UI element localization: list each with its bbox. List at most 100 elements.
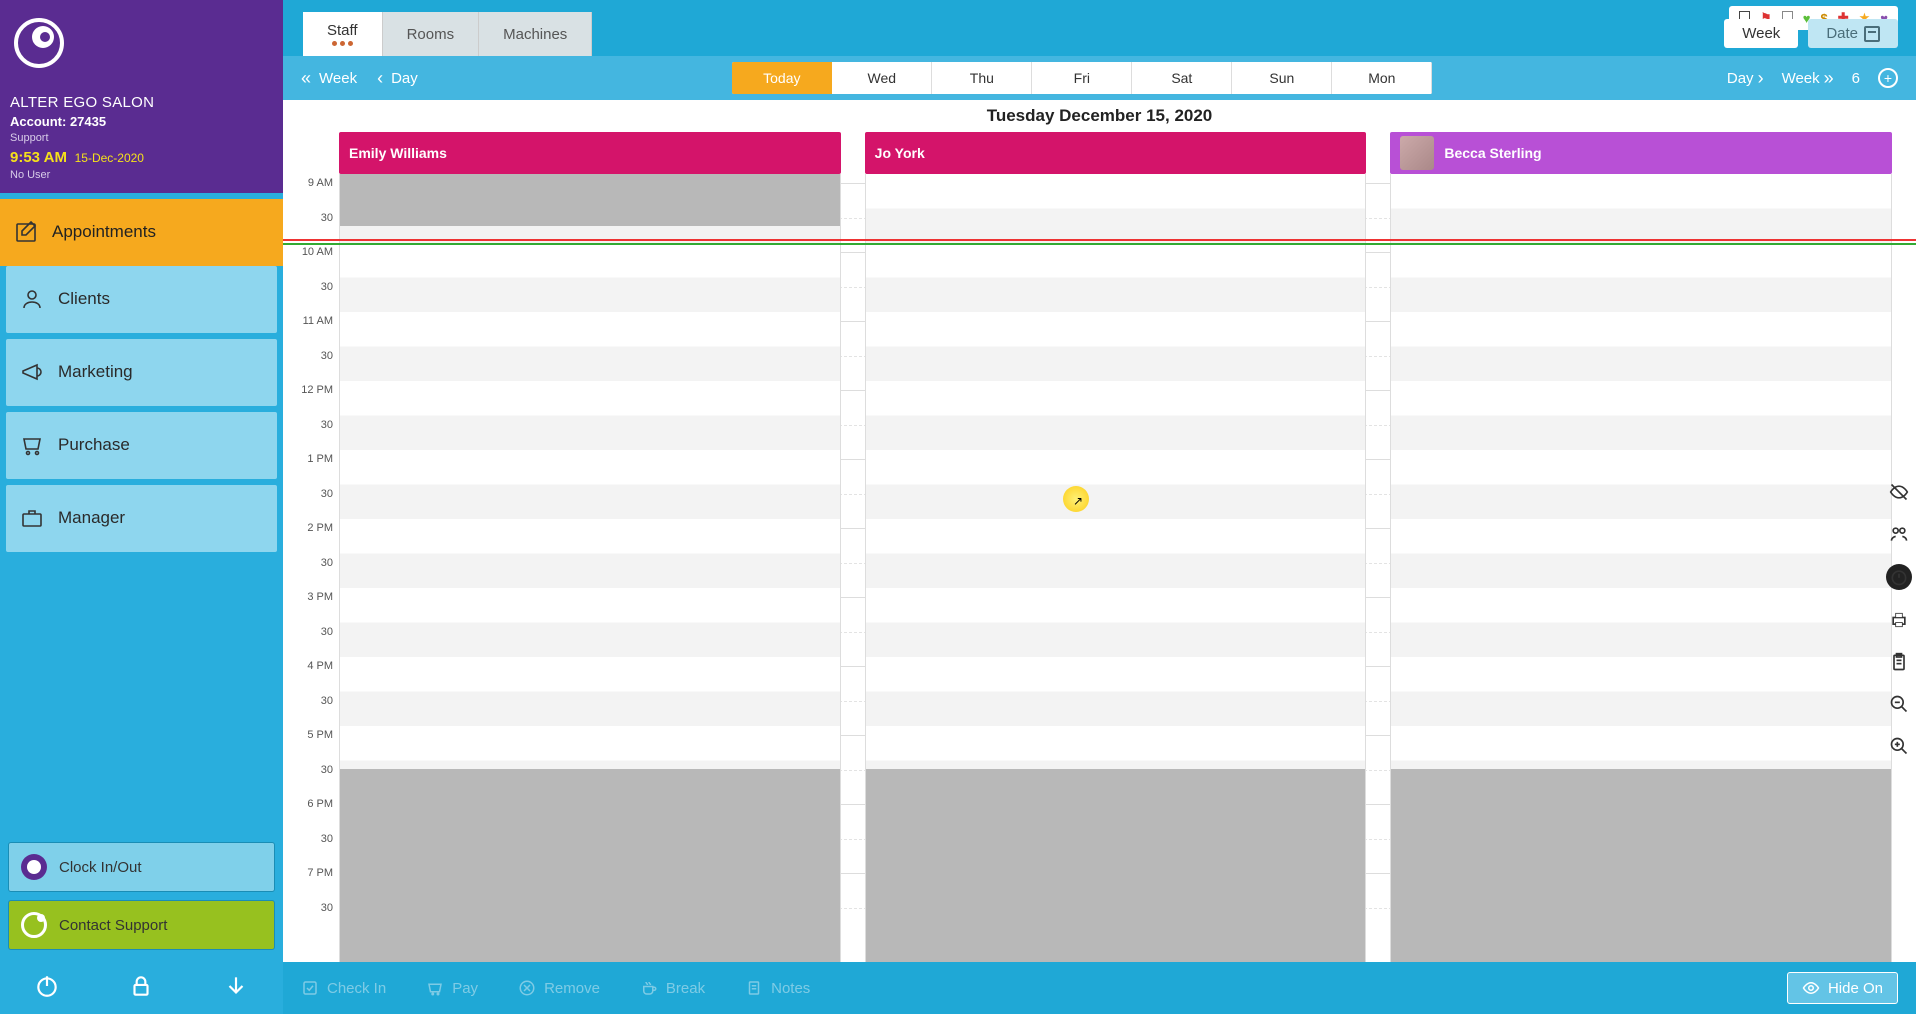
clock-in-out-button[interactable]: Clock In/Out (8, 842, 275, 892)
logo-area (0, 0, 283, 86)
chevron-left-icon: ‹ (377, 68, 383, 89)
current-date: 15-Dec-2020 (75, 151, 144, 165)
account-info: ALTER EGO SALON Account: 27435 Support 9… (0, 86, 283, 193)
tab-staff[interactable]: Staff (303, 12, 383, 56)
hide-toggle-button[interactable]: Hide On (1787, 972, 1898, 1004)
add-staff-button[interactable]: + (1878, 68, 1898, 88)
staff-name: Becca Sterling (1444, 145, 1541, 161)
day-tab-wed[interactable]: Wed (832, 62, 932, 94)
tab-machines[interactable]: Machines (479, 12, 592, 56)
staff-column[interactable] (1390, 174, 1892, 962)
clock-icon (21, 854, 47, 880)
sidebar-item-clients[interactable]: Clients (6, 266, 277, 333)
logo-icon (14, 18, 64, 68)
calendar-edit-icon (14, 220, 38, 244)
staff-header-row: Emily Williams Jo York Becca Sterling (283, 132, 1916, 174)
group-button[interactable] (1887, 522, 1911, 546)
day-tab-today[interactable]: Today (732, 62, 832, 94)
prev-week-label: Week (319, 70, 357, 87)
staff-column-header[interactable]: Becca Sterling (1390, 132, 1892, 174)
check-in-button[interactable]: Check In (301, 979, 386, 997)
calendar-icon (1864, 26, 1880, 42)
action-label: Break (666, 980, 705, 997)
tab-rooms[interactable]: Rooms (383, 12, 480, 56)
clock-button-label: Clock In/Out (59, 859, 142, 876)
day-navigation: « Week ‹ Day Today Wed Thu Fri Sat Sun Mon… (283, 56, 1916, 100)
prev-day-button[interactable]: ‹ Day (377, 68, 418, 89)
account-number: Account: 27435 (10, 113, 273, 131)
remove-button[interactable]: Remove (518, 979, 600, 997)
calendar-body[interactable]: 9 AM3010 AM3011 AM3012 PM301 PM302 PM303… (283, 174, 1916, 962)
current-user: No User (10, 168, 273, 183)
day-tab-fri[interactable]: Fri (1032, 62, 1132, 94)
unavailable-block (866, 769, 1366, 962)
staff-name: Emily Williams (349, 145, 447, 161)
cart-icon (20, 433, 44, 457)
week-view-button[interactable]: Week (1724, 19, 1798, 48)
sidebar-item-label: Appointments (52, 222, 156, 242)
zoom-out-button[interactable] (1887, 692, 1911, 716)
salon-name: ALTER EGO SALON (10, 92, 273, 113)
action-label: Check In (327, 980, 386, 997)
action-label: Pay (452, 980, 478, 997)
prev-week-button[interactable]: « Week (301, 68, 357, 89)
sidebar-item-manager[interactable]: Manager (6, 485, 277, 552)
support-icon (21, 912, 47, 938)
next-day-button[interactable]: Day› (1727, 68, 1764, 89)
sidebar-item-label: Clients (58, 289, 110, 309)
notes-button[interactable]: Notes (745, 979, 810, 997)
view-tabbar: Staff Rooms Machines ⚑ ♥ $ ✚ ★ ♥ Week Da… (283, 0, 1916, 56)
prev-day-label: Day (391, 70, 418, 87)
day-tab-sat[interactable]: Sat (1132, 62, 1232, 94)
date-picker-button[interactable]: Date (1808, 19, 1898, 48)
download-button[interactable] (208, 958, 264, 1014)
lock-button[interactable] (113, 958, 169, 1014)
staff-column[interactable] (865, 174, 1367, 962)
tab-label: Rooms (407, 26, 455, 43)
avatar (1400, 136, 1434, 170)
calendar: Tuesday December 15, 2020 Emily Williams… (283, 100, 1916, 962)
sidebar-item-marketing[interactable]: Marketing (6, 339, 277, 406)
contact-support-button[interactable]: Contact Support (8, 900, 275, 950)
staff-count: 6 (1852, 70, 1860, 87)
next-week-button[interactable]: Week» (1782, 68, 1834, 89)
tab-active-indicator-icon (332, 41, 353, 46)
sidebar-item-purchase[interactable]: Purchase (6, 412, 277, 479)
day-tabs: Today Wed Thu Fri Sat Sun Mon (732, 62, 1432, 94)
clipboard-button[interactable] (1887, 650, 1911, 674)
current-time-line (283, 239, 1916, 241)
day-tab-sun[interactable]: Sun (1232, 62, 1332, 94)
current-time: 9:53 AM (10, 149, 67, 166)
break-button[interactable]: Break (640, 979, 705, 997)
sidebar-item-label: Marketing (58, 362, 133, 382)
staff-column-header[interactable]: Jo York (865, 132, 1367, 174)
zoom-in-button[interactable] (1887, 734, 1911, 758)
unavailable-block (1391, 769, 1891, 962)
sidebar-item-appointments[interactable]: Appointments (0, 199, 283, 266)
chevron-double-left-icon: « (301, 68, 311, 89)
tab-label: Staff (327, 22, 358, 39)
support-button-label: Contact Support (59, 917, 167, 934)
day-tab-thu[interactable]: Thu (932, 62, 1032, 94)
timer-button[interactable] (1886, 564, 1912, 590)
tab-label: Machines (503, 26, 567, 43)
megaphone-icon (20, 360, 44, 384)
action-label: Notes (771, 980, 810, 997)
sidebar-nav: Appointments Clients Marketing Purchase … (0, 199, 283, 558)
calendar-title: Tuesday December 15, 2020 (283, 100, 1916, 132)
staff-column[interactable] (339, 174, 841, 962)
unavailable-block (340, 174, 840, 226)
power-button[interactable] (19, 958, 75, 1014)
briefcase-icon (20, 506, 44, 530)
print-button[interactable] (1887, 608, 1911, 632)
pay-button[interactable]: Pay (426, 979, 478, 997)
next-week-label: Week (1782, 70, 1820, 87)
account-role: Support (10, 131, 273, 146)
main-area: Staff Rooms Machines ⚑ ♥ $ ✚ ★ ♥ Week Da… (283, 0, 1916, 1014)
visibility-toggle-button[interactable] (1887, 480, 1911, 504)
action-bar: Check In Pay Remove Break Notes Hide On (283, 962, 1916, 1014)
sidebar-item-label: Purchase (58, 435, 130, 455)
day-tab-mon[interactable]: Mon (1332, 62, 1432, 94)
staff-column-header[interactable]: Emily Williams (339, 132, 841, 174)
sidebar-item-label: Manager (58, 508, 125, 528)
